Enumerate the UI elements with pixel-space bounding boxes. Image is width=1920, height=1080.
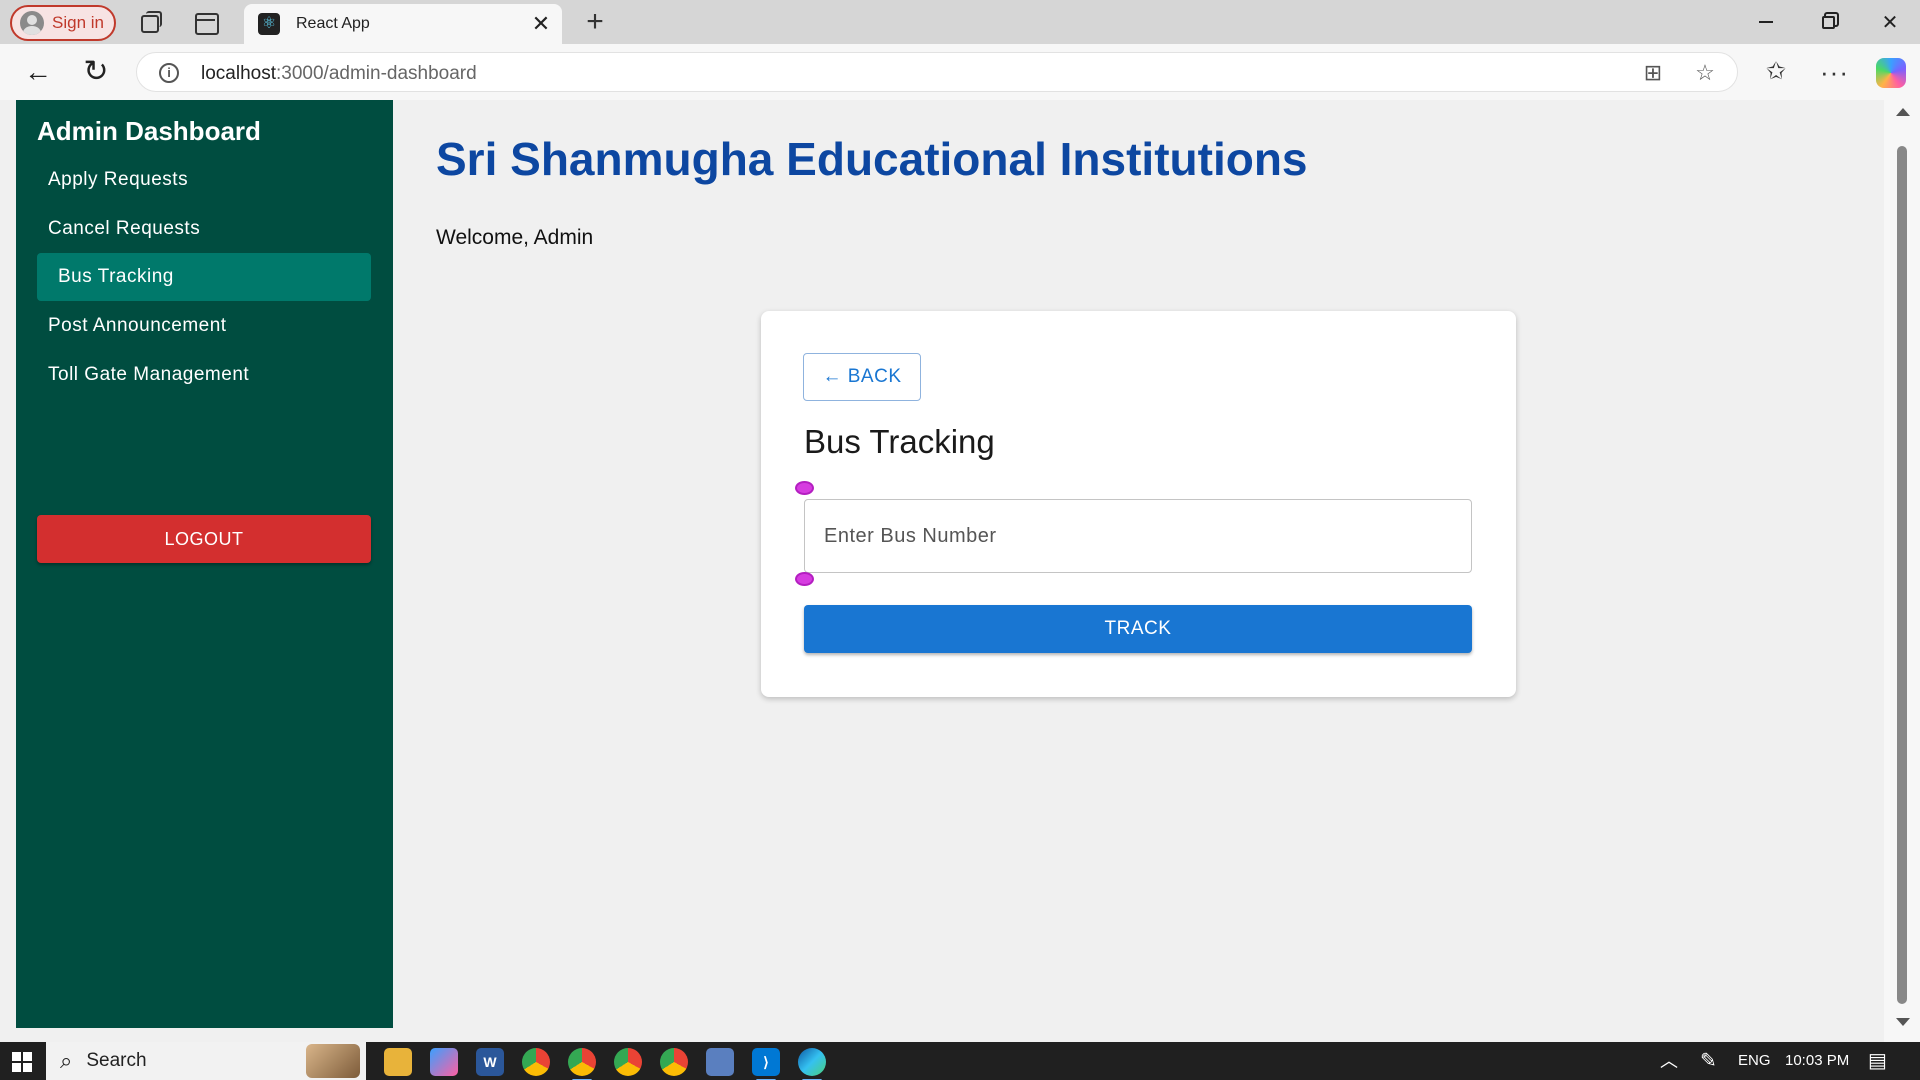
- windows-taskbar: ⌕ Search W ⟩ ︿ ✎ ENG 10:03 PM ▤: [0, 1042, 1920, 1080]
- window-close-button[interactable]: ✕: [1860, 0, 1920, 44]
- browser-tab[interactable]: ⚛ React App ✕: [244, 4, 562, 44]
- profile-avatar-icon: [20, 11, 44, 35]
- chrome-profile-4-icon[interactable]: [660, 1048, 688, 1076]
- notification-icon[interactable]: ▤: [1868, 1042, 1887, 1080]
- page-gutter: [0, 100, 16, 1042]
- sidebar-item-bus-tracking[interactable]: Bus Tracking: [37, 253, 371, 301]
- bus-number-input[interactable]: [804, 499, 1472, 573]
- minimize-icon: [1759, 21, 1773, 23]
- window-minimize-button[interactable]: [1736, 0, 1796, 44]
- scrollbar-thumb[interactable]: [1897, 146, 1907, 1004]
- sidebar-item-cancel-requests[interactable]: Cancel Requests: [37, 205, 371, 253]
- language-indicator[interactable]: ENG: [1738, 1042, 1771, 1080]
- react-favicon-icon: ⚛: [258, 13, 280, 35]
- close-icon: ✕: [1881, 11, 1899, 34]
- url-path: :3000/admin-dashboard: [276, 63, 477, 84]
- back-arrow-icon[interactable]: ←: [22, 56, 54, 88]
- page-viewport: Admin Dashboard Apply Requests Cancel Re…: [0, 100, 1920, 1042]
- app-available-icon[interactable]: ⊞: [1641, 61, 1665, 85]
- search-highlight-image: [306, 1044, 360, 1078]
- chrome-icon[interactable]: [522, 1048, 550, 1076]
- pen-icon[interactable]: ✎: [1700, 1042, 1717, 1080]
- selection-handle-top[interactable]: [795, 481, 814, 495]
- new-tab-button[interactable]: +: [578, 4, 612, 40]
- sidebar-item-post-announcement[interactable]: Post Announcement: [37, 302, 371, 350]
- profile-sign-in-label: Sign in: [52, 13, 104, 32]
- tray-chevron-icon[interactable]: ︿: [1660, 1042, 1678, 1080]
- chrome-profile-2-icon[interactable]: [568, 1048, 596, 1080]
- admin-sidebar: Admin Dashboard Apply Requests Cancel Re…: [16, 100, 393, 1028]
- more-icon[interactable]: ···: [1820, 58, 1848, 86]
- workspaces-icon[interactable]: [138, 10, 162, 34]
- info-icon[interactable]: i: [159, 63, 179, 83]
- reload-icon[interactable]: ↻: [80, 56, 112, 88]
- bus-tracking-card: ← BACK Bus Tracking TRACK: [761, 311, 1516, 697]
- copilot-app-icon[interactable]: [430, 1048, 458, 1076]
- back-button[interactable]: ← BACK: [803, 353, 921, 401]
- sidebar-item-apply-requests[interactable]: Apply Requests: [37, 156, 371, 204]
- file-explorer-icon[interactable]: [384, 1048, 412, 1076]
- url-text: localhost:3000/admin-dashboard: [201, 63, 477, 85]
- restore-icon: [1821, 15, 1835, 29]
- sidebar-title: Admin Dashboard: [37, 116, 261, 146]
- logout-button[interactable]: LOGOUT: [37, 515, 371, 563]
- card-title: Bus Tracking: [804, 423, 995, 460]
- clock[interactable]: 10:03 PM: [1785, 1042, 1849, 1080]
- edge-icon[interactable]: [798, 1048, 826, 1080]
- tab-close-icon[interactable]: ✕: [526, 11, 556, 37]
- browser-tab-bar: Sign in ⚛ React App ✕ + ✕: [0, 0, 1920, 44]
- vscode-icon[interactable]: ⟩: [752, 1048, 780, 1080]
- url-host: localhost: [201, 63, 276, 84]
- selection-handle-bottom[interactable]: [795, 572, 814, 586]
- welcome-text: Welcome, Admin: [436, 226, 594, 249]
- browser-address-bar: ← ↻ i localhost:3000/admin-dashboard ⊞ ☆…: [0, 44, 1920, 100]
- page-scrollbar[interactable]: [1884, 100, 1920, 1042]
- vertical-tabs-icon[interactable]: [193, 10, 219, 35]
- taskbar-search-label: Search: [86, 1050, 147, 1071]
- word-icon[interactable]: W: [476, 1048, 504, 1076]
- favorite-star-icon[interactable]: ☆: [1693, 61, 1717, 85]
- taskbar-search[interactable]: ⌕ Search: [46, 1042, 366, 1080]
- window-restore-button[interactable]: [1798, 0, 1858, 44]
- scroll-down-icon[interactable]: [1896, 1018, 1910, 1026]
- windows-start-icon[interactable]: [12, 1052, 32, 1072]
- page-title: Sri Shanmugha Educational Institutions: [436, 133, 1308, 185]
- remote-desktop-icon[interactable]: [706, 1048, 734, 1076]
- url-input[interactable]: i localhost:3000/admin-dashboard ⊞ ☆: [136, 52, 1738, 92]
- scroll-up-icon[interactable]: [1896, 108, 1910, 116]
- sidebar-item-toll-gate-management[interactable]: Toll Gate Management: [37, 351, 371, 399]
- copilot-icon[interactable]: [1876, 58, 1906, 88]
- profile-sign-in-button[interactable]: Sign in: [10, 5, 116, 41]
- chrome-profile-3-icon[interactable]: [614, 1048, 642, 1076]
- track-button[interactable]: TRACK: [804, 605, 1472, 653]
- tab-title: React App: [296, 15, 370, 32]
- favorites-icon[interactable]: ✩: [1762, 58, 1790, 86]
- search-icon: ⌕: [60, 1048, 73, 1073]
